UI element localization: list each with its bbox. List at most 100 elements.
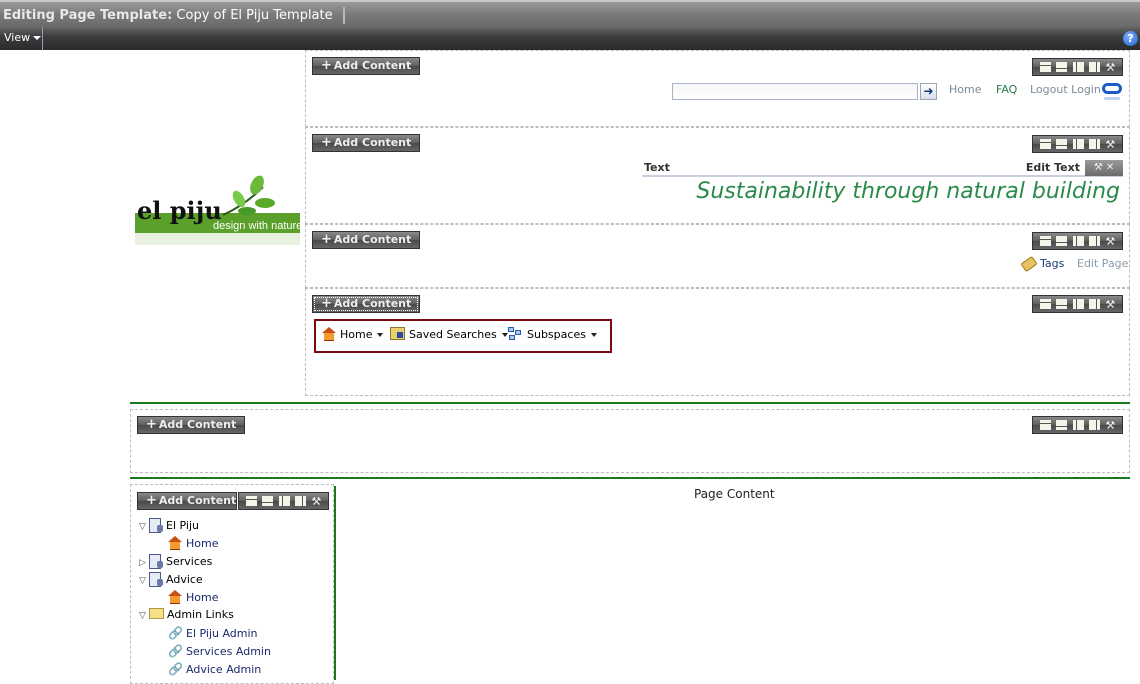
tree-node[interactable]: 🔗 El Piju Admin [168, 626, 258, 640]
tags-link[interactable]: Tags [1020, 255, 1065, 273]
one-column-icon[interactable] [1039, 420, 1051, 430]
folder-icon [149, 608, 164, 619]
one-column-icon[interactable] [1039, 236, 1051, 246]
tags-label: Tags [1040, 257, 1065, 270]
right-column-icon[interactable] [294, 496, 306, 506]
two-row-icon[interactable] [1056, 299, 1068, 309]
one-column-icon[interactable] [1039, 299, 1051, 309]
left-column-icon[interactable] [278, 496, 290, 506]
template-name: Copy of El Piju Template [176, 8, 333, 23]
add-content-button[interactable]: + Add Content [137, 416, 246, 434]
chevron-down-icon [377, 333, 384, 337]
tag-icon [1020, 255, 1038, 273]
wrench-icon[interactable]: ⚒ [1105, 138, 1115, 151]
separator [130, 477, 1130, 479]
expand-toggle[interactable]: ▽ [139, 576, 149, 586]
add-content-label: Add Content [333, 233, 412, 246]
wrench-icon[interactable]: ⚒ [311, 495, 321, 508]
tree-node[interactable]: ▷ Services [139, 554, 212, 569]
layout-toolbar: ⚒ [1032, 416, 1123, 434]
nav-saved-searches[interactable]: Saved Searches [390, 327, 508, 341]
edit-text-link[interactable]: Edit Text [1026, 161, 1080, 174]
tree-node-label: Advice Admin [186, 663, 262, 676]
nav-home[interactable]: Home [322, 327, 384, 341]
sidebar-divider [334, 486, 336, 680]
wrench-icon[interactable]: ⚒ [1105, 419, 1115, 432]
one-column-icon[interactable] [1039, 62, 1051, 72]
home-icon [322, 327, 336, 341]
tree-node[interactable]: ▽ Admin Links [139, 608, 234, 621]
add-content-button[interactable]: + Add Content [312, 231, 421, 249]
wrench-icon[interactable]: ⚒ [1105, 61, 1115, 74]
region-full-width [130, 409, 1130, 473]
chevron-down-icon [501, 333, 508, 337]
separator [130, 402, 1130, 404]
nav-subspaces[interactable]: Subspaces [508, 327, 597, 341]
view-menu[interactable]: View [0, 27, 43, 50]
search-go-button[interactable]: ➜ [920, 83, 937, 100]
expand-toggle[interactable]: ▽ [139, 611, 149, 621]
two-row-icon[interactable] [1056, 139, 1068, 149]
right-column-icon[interactable] [1088, 299, 1100, 309]
tree-node[interactable]: 🔗 Services Admin [168, 644, 271, 658]
add-content-label: Add Content [333, 59, 412, 72]
link-icon: 🔗 [168, 626, 183, 640]
wrench-icon[interactable]: ⚒ [1105, 298, 1115, 311]
chevron-down-icon [590, 333, 597, 337]
wrench-icon[interactable]: ⚒ [1105, 235, 1115, 248]
text-portlet-title: Text [644, 161, 670, 174]
add-content-button[interactable]: + Add Content [312, 134, 421, 152]
right-column-icon[interactable] [1088, 420, 1100, 430]
add-content-button[interactable]: + Add Content [312, 57, 421, 75]
right-column-icon[interactable] [1088, 62, 1100, 72]
chevron-down-icon [33, 36, 42, 40]
home-link[interactable]: Home [949, 83, 981, 96]
title-separator [342, 7, 345, 24]
tree-node[interactable]: Home [168, 590, 218, 604]
add-content-label: Add Content [333, 136, 412, 149]
two-row-icon[interactable] [262, 496, 274, 506]
oracle-logo-reflection [1104, 97, 1120, 100]
two-row-icon[interactable] [1056, 420, 1068, 430]
portlet-tools[interactable]: ⚒ ✕ [1085, 160, 1123, 176]
left-column-icon[interactable] [1072, 62, 1084, 72]
tree-node[interactable]: ▽ Advice [139, 572, 203, 587]
two-row-icon[interactable] [1056, 62, 1068, 72]
left-column-icon[interactable] [1072, 139, 1084, 149]
left-column-icon[interactable] [1072, 420, 1084, 430]
tree-node-label: Home [186, 591, 219, 604]
region-tags [305, 224, 1130, 288]
tree-node-label: Admin Links [167, 608, 234, 621]
add-content-button[interactable]: + Add Content [312, 295, 421, 313]
right-column-icon[interactable] [1088, 139, 1100, 149]
tree-node-label: Advice [166, 573, 203, 586]
left-column-icon[interactable] [1072, 299, 1084, 309]
nav-saved-searches-label: Saved Searches [409, 328, 497, 341]
add-content-label: Add Content [158, 494, 237, 507]
link-icon: 🔗 [168, 644, 183, 658]
search-input[interactable] [672, 83, 918, 100]
one-column-icon[interactable] [1039, 139, 1051, 149]
faq-link[interactable]: FAQ [996, 83, 1017, 96]
logout-login-link[interactable]: Logout Login [1030, 83, 1101, 96]
layout-toolbar: ⚒ [1032, 58, 1123, 76]
slogan-text: Sustainability through natural building [696, 179, 1120, 204]
plus-icon: + [146, 493, 157, 508]
tree-node[interactable]: Home [168, 536, 218, 550]
space-icon [149, 518, 163, 533]
tree-node[interactable]: ▽ El Piju [139, 518, 199, 533]
right-column-icon[interactable] [1088, 236, 1100, 246]
left-column-icon[interactable] [1072, 236, 1084, 246]
expand-toggle[interactable]: ▽ [139, 522, 149, 532]
logo-text: el piju [137, 196, 222, 225]
tree-node[interactable]: 🔗 Advice Admin [168, 662, 261, 676]
title-bar: Editing Page Template: Copy of El Piju T… [0, 0, 1140, 27]
two-row-icon[interactable] [1056, 236, 1068, 246]
add-content-button[interactable]: + Add Content [137, 492, 237, 510]
tree-node-label: Services Admin [186, 645, 271, 658]
edit-page-link[interactable]: Edit Page [1077, 257, 1128, 270]
expand-toggle[interactable]: ▷ [139, 558, 149, 568]
help-icon[interactable]: ? [1123, 31, 1138, 46]
one-column-icon[interactable] [245, 496, 257, 506]
plus-icon: + [321, 58, 332, 73]
